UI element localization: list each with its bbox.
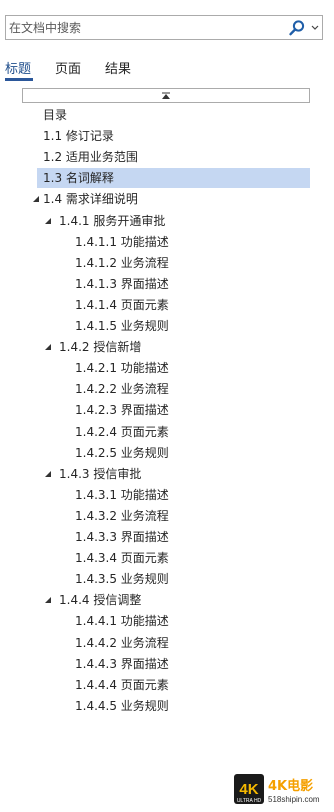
heading-label: 1.4.3.5 业务规则 <box>75 572 169 586</box>
heading-item[interactable]: 1.4.4 授信调整 <box>37 590 310 610</box>
heading-item[interactable]: 1.4.4.2 业务流程 <box>37 633 310 653</box>
heading-label: 1.4.4.3 界面描述 <box>75 657 169 671</box>
heading-label: 1.4 需求详细说明 <box>43 192 138 206</box>
heading-label: 1.4.2.5 业务规则 <box>75 446 169 460</box>
heading-label: 1.4.1.3 界面描述 <box>75 277 169 291</box>
tab-pages[interactable]: 页面 <box>55 58 81 77</box>
heading-item[interactable]: 1.4.4.5 业务规则 <box>37 696 310 716</box>
expanded-triangle-icon[interactable] <box>44 217 52 225</box>
heading-label: 1.4.1 服务开通审批 <box>59 214 166 228</box>
heading-item[interactable]: 1.4.1.1 功能描述 <box>37 232 310 252</box>
heading-item[interactable]: 1.4.1.3 界面描述 <box>37 274 310 294</box>
heading-item[interactable]: 1.3 名词解释 <box>37 168 310 188</box>
heading-label: 1.4.2.4 页面元素 <box>75 425 169 439</box>
heading-label: 目录 <box>43 108 68 122</box>
heading-item[interactable]: 目录 <box>37 105 310 125</box>
heading-item[interactable]: 1.4.3.4 页面元素 <box>37 548 310 568</box>
heading-label: 1.4.3.1 功能描述 <box>75 488 169 502</box>
heading-item[interactable]: 1.4.4.1 功能描述 <box>37 611 310 631</box>
heading-label: 1.4.1.1 功能描述 <box>75 235 169 249</box>
search-icon[interactable] <box>288 19 306 37</box>
tab-headings[interactable]: 标题 <box>5 58 31 77</box>
heading-label: 1.3 名词解释 <box>43 171 114 185</box>
heading-label: 1.4.4 授信调整 <box>59 593 142 607</box>
navigation-tabs: 标题 页面 结果 <box>0 56 334 82</box>
heading-label: 1.4.4.2 业务流程 <box>75 636 169 650</box>
heading-item[interactable]: 1.4.3 授信审批 <box>37 464 310 484</box>
heading-label: 1.4.2 授信新增 <box>59 340 142 354</box>
tab-results[interactable]: 结果 <box>105 58 131 77</box>
heading-label: 1.4.3 授信审批 <box>59 467 142 481</box>
heading-item[interactable]: 1.4.4.3 界面描述 <box>37 654 310 674</box>
heading-item[interactable]: 1.4.3.3 界面描述 <box>37 527 310 547</box>
expanded-triangle-icon[interactable] <box>44 596 52 604</box>
heading-item[interactable]: 1.4.2.4 页面元素 <box>37 422 310 442</box>
heading-label: 1.4.2.1 功能描述 <box>75 361 169 375</box>
heading-label: 1.2 适用业务范围 <box>43 150 138 164</box>
heading-label: 1.4.1.5 业务规则 <box>75 319 169 333</box>
heading-label: 1.4.4.5 业务规则 <box>75 699 169 713</box>
search-box[interactable] <box>5 15 323 40</box>
heading-item[interactable]: 1.4.1 服务开通审批 <box>37 211 310 231</box>
heading-item[interactable]: 1.4.2.2 业务流程 <box>37 379 310 399</box>
svg-text:ULTRA HD: ULTRA HD <box>237 798 262 804</box>
heading-item[interactable]: 1.4.1.2 业务流程 <box>37 253 310 273</box>
heading-label: 1.1 修订记录 <box>43 129 114 143</box>
collapse-all-button[interactable] <box>22 88 310 103</box>
heading-label: 1.4.3.4 页面元素 <box>75 551 169 565</box>
heading-item[interactable]: 1.4.3.2 业务流程 <box>37 506 310 526</box>
heading-item[interactable]: 1.4.4.4 页面元素 <box>37 675 310 695</box>
active-tab-indicator <box>5 78 33 81</box>
heading-item[interactable]: 1.4.2 授信新增 <box>37 337 310 357</box>
chevron-down-icon[interactable] <box>308 20 322 36</box>
heading-item[interactable]: 1.4.3.5 业务规则 <box>37 569 310 589</box>
heading-item[interactable]: 1.2 适用业务范围 <box>37 147 310 167</box>
search-input[interactable] <box>9 18 279 37</box>
expanded-triangle-icon[interactable] <box>44 470 52 478</box>
heading-label: 1.4.3.2 业务流程 <box>75 509 169 523</box>
collapse-up-icon <box>162 92 170 99</box>
heading-item[interactable]: 1.1 修订记录 <box>37 126 310 146</box>
heading-item[interactable]: 1.4.1.5 业务规则 <box>37 316 310 336</box>
heading-label: 1.4.2.2 业务流程 <box>75 382 169 396</box>
heading-label: 1.4.3.3 界面描述 <box>75 530 169 544</box>
heading-item[interactable]: 1.4.2.3 界面描述 <box>37 400 310 420</box>
expanded-triangle-icon[interactable] <box>44 343 52 351</box>
heading-label: 1.4.2.3 界面描述 <box>75 403 169 417</box>
heading-label: 1.4.4.4 页面元素 <box>75 678 169 692</box>
svg-text:4K电影: 4K电影 <box>268 778 313 794</box>
heading-item[interactable]: 1.4.1.4 页面元素 <box>37 295 310 315</box>
heading-label: 1.4.1.4 页面元素 <box>75 298 169 312</box>
heading-label: 1.4.4.1 功能描述 <box>75 614 169 628</box>
watermark-logo: 4K ULTRA HD 4K电影 518shipin.com <box>232 770 332 808</box>
heading-label: 1.4.1.2 业务流程 <box>75 256 169 270</box>
heading-item[interactable]: 1.4.3.1 功能描述 <box>37 485 310 505</box>
expanded-triangle-icon[interactable] <box>32 195 40 203</box>
heading-item[interactable]: 1.4.2.1 功能描述 <box>37 358 310 378</box>
heading-item[interactable]: 1.4 需求详细说明 <box>33 189 310 209</box>
svg-text:518shipin.com: 518shipin.com <box>268 795 320 804</box>
svg-text:4K: 4K <box>239 781 258 798</box>
heading-item[interactable]: 1.4.2.5 业务规则 <box>37 443 310 463</box>
